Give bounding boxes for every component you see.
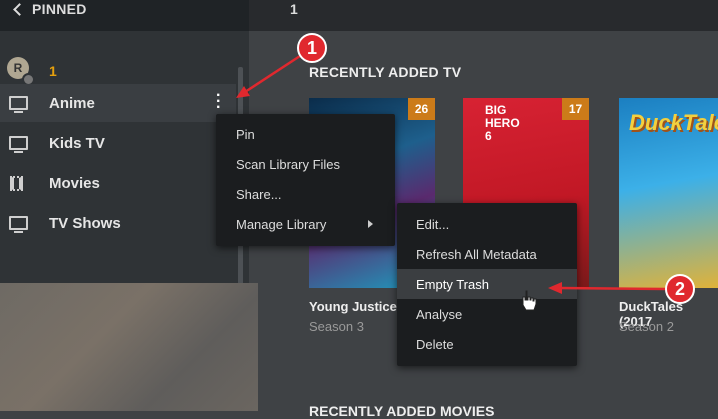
annotation-arrows xyxy=(236,54,667,294)
hand-cursor-icon xyxy=(522,290,537,311)
callout-badge-2: 2 xyxy=(665,274,695,304)
callout-badge-1: 1 xyxy=(297,33,327,63)
